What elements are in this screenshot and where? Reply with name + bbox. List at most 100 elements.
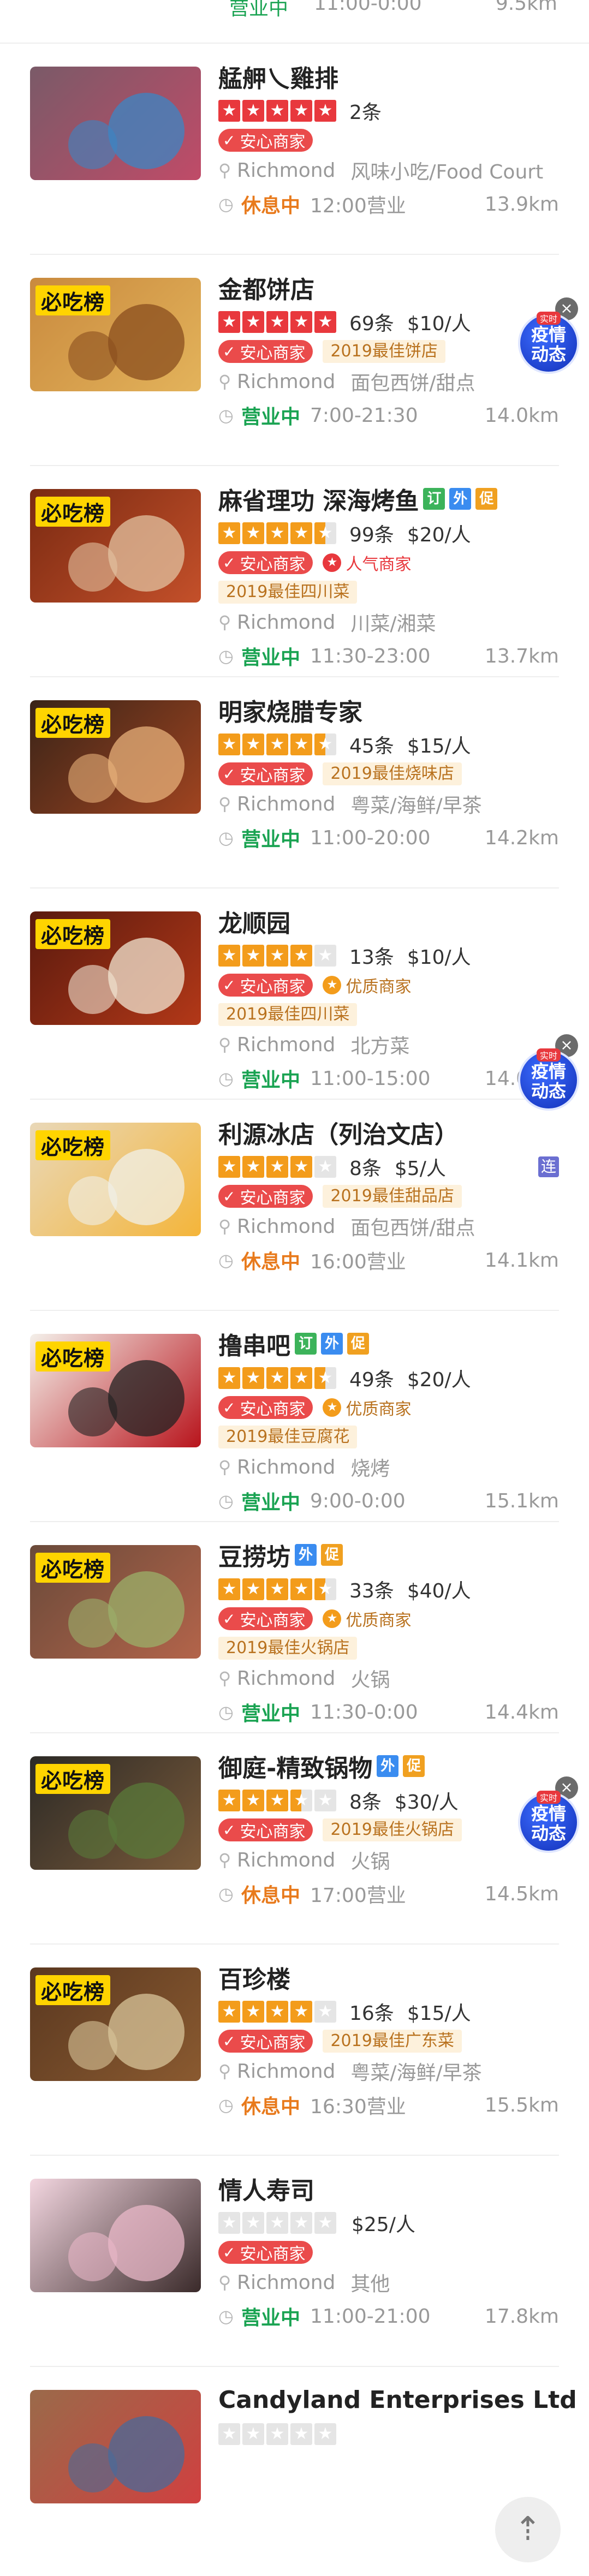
star-icon: ★ [266,1578,288,1600]
covid-icon[interactable]: 实时 疫情 动态 [518,1791,579,1853]
quality-merchant-badge: ★ 优质商家 [323,974,411,997]
restaurant-card[interactable]: 必吃榜 撸串吧 订外促 ★ ★ ★ ★ ★ 49条 $20/人 ✓ 安心商家 ★ 优质商家 … [30,1311,559,1522]
star-icon: ★ [266,2423,288,2445]
restaurant-name[interactable]: 撸串吧 [218,1326,290,1361]
restaurant-list: 艋舺乀雞排 ★ ★ ★ ★ ★ 2条 ✓ 安心商家 ⚲ Richmond 风味小吃/Foo… [0,44,589,2576]
star-icon: ★ [242,1790,264,1811]
restaurant-card[interactable]: 必吃榜 明家烧腊专家 ★ ★ ★ ★ ★ 45条 $15/人 ✓ 安心商家 2019最佳烧… [30,677,559,889]
restaurant-photo[interactable]: 必吃榜 [30,700,201,814]
star-icon: ★ [314,1367,336,1389]
star-icon: ★ [218,522,240,544]
star-icon: ★ [290,1156,312,1178]
restaurant-card[interactable]: 情人寿司 ★ ★ ★ ★ ★ $25/人 ✓ 安心商家 ⚲ Richmond 其他 [30,2156,559,2367]
rating-stars: ★ ★ ★ ★ ★ [218,734,338,755]
restaurant-photo[interactable]: 必吃榜 [30,1756,201,1870]
category: 川菜/湘菜 [350,613,436,635]
star-icon: ★ [314,100,336,122]
covid-widget[interactable]: × 实时 疫情 动态 [518,297,584,379]
business-hours: 16:30营业 [310,2096,406,2118]
restaurant-name[interactable]: 明家烧腊专家 [218,693,362,728]
restaurant-photo[interactable]: 必吃榜 [30,911,201,1025]
restaurant-card[interactable]: 必吃榜 百珍楼 ★ ★ ★ ★ ★ 16条 $15/人 ✓ 安心商家 2019最佳广东菜 … [30,1945,559,2156]
restaurant-name[interactable]: 利源冰店（列治文店） [218,1115,459,1150]
previous-item-partial[interactable]: 营业中 11:00-0:00 9.5km [0,0,589,44]
best-award-badge: 2019最佳四川菜 [218,1003,358,1026]
restaurant-photo[interactable]: 必吃榜 [30,1123,201,1236]
star-icon: ★ [242,1156,264,1178]
clock-icon: ◷ [218,827,234,848]
check-icon: ✓ [223,553,236,572]
covid-widget[interactable]: × 实时 疫情 动态 [518,1776,584,1858]
restaurant-card[interactable]: 必吃榜 金都饼店 ★ ★ ★ ★ ★ 69条 $10/人 ✓ 安心商家 2019最佳饼店 … [30,255,559,466]
category: 火锅 [350,1851,390,1873]
best-award-badge: 2019最佳甜品店 [323,1185,462,1208]
business-hours: 16:00营业 [310,1251,406,1273]
restaurant-card[interactable]: Candyland Enterprises Ltd ★ ★ ★ ★ ★ [30,2367,577,2576]
must-eat-tag: 必吃榜 [35,1130,111,1160]
distance: 13.9km [484,193,559,216]
covid-widget[interactable]: × 实时 疫情 动态 [518,1034,584,1116]
restaurant-card[interactable]: 必吃榜 御庭-精致锅物 外促 ★ ★ ★ ★ ★ 8条 $30/人 ✓ 安心商家 2019… [30,1733,559,1945]
restaurant-photo[interactable]: 必吃榜 [30,1967,201,2081]
star-icon: ★ [314,1156,336,1178]
restaurant-photo[interactable]: 必吃榜 [30,1334,201,1447]
star-icon: ★ [266,945,288,967]
star-icon: ★ [323,1398,342,1417]
distance: 14.0km [484,404,559,427]
star-icon: ★ [314,1578,336,1600]
service-flag: 订 [295,1333,317,1355]
back-to-top-icon[interactable]: ⇡ [495,2497,561,2562]
restaurant-name[interactable]: 麻省理功 深海烤鱼 [218,481,419,516]
restaurant-name[interactable]: 金都饼店 [218,270,314,305]
restaurant-photo[interactable]: 必吃榜 [30,1545,201,1659]
price-per-person: $20/人 [407,1369,471,1391]
restaurant-card[interactable]: 艋舺乀雞排 ★ ★ ★ ★ ★ 2条 ✓ 安心商家 ⚲ Richmond 风味小吃/Foo… [30,44,559,255]
restaurant-photo[interactable]: 必吃榜 [30,278,201,391]
star-icon: ★ [290,734,312,755]
clock-icon: ◷ [218,1883,234,1904]
distance: 13.7km [484,645,559,667]
restaurant-name[interactable]: 御庭-精致锅物 [218,1749,372,1784]
check-icon: ✓ [223,1187,236,1206]
covid-icon[interactable]: 实时 疫情 动态 [518,1048,579,1111]
restaurant-name[interactable]: Candyland Enterprises Ltd [218,2386,577,2414]
restaurant-name[interactable]: 百珍楼 [218,1960,290,1995]
restaurant-card[interactable]: 必吃榜 龙顺园 ★ ★ ★ ★ ★ 13条 $10/人 ✓ 安心商家 ★ 优质商家 2019… [30,889,559,1100]
star-icon: ★ [218,1156,240,1178]
category: 烧烤 [350,1458,390,1480]
rating-stars: ★ ★ ★ ★ ★ [218,2423,338,2445]
restaurant-card[interactable]: 必吃榜 豆捞坊 外促 ★ ★ ★ ★ ★ 33条 $40/人 ✓ 安心商家 ★ 优质商家 2… [30,1522,559,1733]
safe-merchant-badge: ✓ 安心商家 [218,1185,313,1208]
restaurant-card[interactable]: 必吃榜 麻省理功 深海烤鱼 订外促 ★ ★ ★ ★ ★ 99条 $20/人 ✓ 安心商家 … [30,466,559,677]
star-icon: ★ [242,2423,264,2445]
location-pin-icon: ⚲ [218,2061,231,2082]
best-award-badge: 2019最佳饼店 [323,340,445,363]
business-hours: 12:00营业 [310,195,406,217]
safe-merchant-badge: ✓ 安心商家 [218,1818,313,1841]
popular-merchant-badge: ★ 人气商家 [323,551,411,574]
covid-icon[interactable]: 实时 疫情 动态 [518,312,579,374]
quality-merchant-badge: ★ 优质商家 [323,1396,411,1419]
restaurant-photo[interactable] [30,67,201,180]
safe-merchant-badge: ✓ 安心商家 [218,2241,313,2264]
open-status: 营业中 [241,1069,301,1092]
safe-merchant-badge: ✓ 安心商家 [218,2030,313,2053]
restaurant-photo[interactable] [30,2179,201,2292]
star-icon: ★ [242,522,264,544]
business-hours: 7:00-21:30 [310,404,418,427]
restaurant-card[interactable]: 必吃榜 利源冰店（列治文店） ★ ★ ★ ★ ★ 8条 $5/人 连 ✓ 安心商家 201… [30,1100,559,1311]
star-icon: ★ [290,945,312,967]
restaurant-name[interactable]: 龙顺园 [218,904,290,939]
restaurant-photo[interactable] [30,2390,201,2503]
star-icon: ★ [314,311,336,333]
restaurant-name[interactable]: 豆捞坊 [218,1537,290,1572]
restaurant-photo[interactable]: 必吃榜 [30,489,201,603]
must-eat-tag: 必吃榜 [35,1764,111,1794]
safe-merchant-badge: ✓ 安心商家 [218,551,313,574]
star-icon: ★ [218,1367,240,1389]
restaurant-name[interactable]: 情人寿司 [218,2171,314,2206]
restaurant-name[interactable]: 艋舺乀雞排 [218,59,338,94]
business-hours: 11:00-0:00 [314,0,422,15]
open-status: 休息中 [241,2096,301,2118]
must-eat-tag: 必吃榜 [35,1975,111,2005]
